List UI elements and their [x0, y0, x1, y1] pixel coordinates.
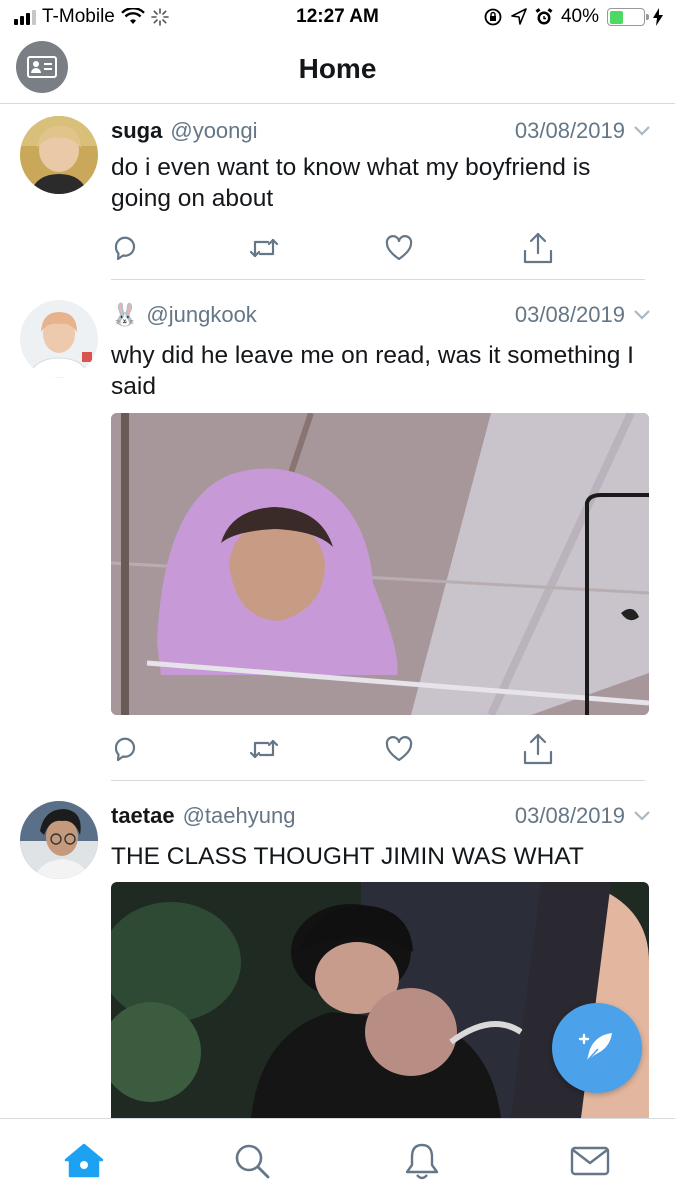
tweet-author-handle: @jungkook	[146, 302, 257, 327]
tab-search[interactable]	[230, 1141, 274, 1181]
tab-messages[interactable]	[568, 1141, 612, 1181]
like-button[interactable]	[381, 230, 417, 266]
charging-bolt-icon	[653, 8, 663, 26]
avatar[interactable]	[20, 116, 98, 194]
avatar[interactable]	[20, 801, 98, 879]
compose-tweet-button[interactable]	[552, 1003, 642, 1093]
share-icon	[523, 733, 553, 765]
tweet-author-name: 🐰	[111, 302, 139, 327]
status-bar: T-Mobile 12:27 AM 40%	[0, 0, 675, 36]
nav-header: Home	[0, 36, 675, 104]
avatar[interactable]	[20, 300, 98, 378]
chevron-down-icon[interactable]	[633, 810, 651, 822]
search-icon	[235, 1144, 270, 1179]
reply-button[interactable]	[108, 230, 144, 266]
tab-notifications[interactable]	[400, 1141, 444, 1181]
home-icon	[64, 1143, 104, 1178]
tweet-date: 03/08/2019	[514, 803, 625, 828]
mail-icon	[570, 1146, 610, 1176]
tweet-author-name: suga	[111, 118, 163, 143]
tweet-image[interactable]	[111, 413, 649, 715]
alarm-icon	[535, 8, 553, 25]
tweet-author-handle: @yoongi	[170, 118, 258, 143]
tweet-date: 03/08/2019	[514, 118, 625, 143]
chevron-down-icon[interactable]	[633, 125, 651, 137]
share-icon	[523, 232, 553, 264]
compose-feather-icon	[578, 1033, 612, 1062]
location-arrow-icon	[511, 8, 527, 25]
tweet-actions	[108, 731, 568, 767]
tweet-text: why did he leave me on read, was it some…	[111, 342, 634, 400]
tab-home[interactable]	[62, 1141, 106, 1181]
tweet-author-name: taetae	[111, 803, 175, 828]
reply-button[interactable]	[108, 731, 144, 767]
tweet-text: do i even want to know what my boyfriend…	[111, 154, 591, 212]
bell-icon	[405, 1143, 439, 1180]
retweet-button[interactable]	[246, 731, 282, 767]
chevron-down-icon[interactable]	[633, 309, 651, 321]
speech-bubble-icon	[114, 236, 136, 261]
retweet-icon	[249, 739, 279, 759]
heart-icon	[385, 736, 413, 762]
tweet-author-handle: @taehyung	[182, 803, 296, 828]
battery-percent: 40%	[560, 6, 599, 27]
tweet-text: THE CLASS THOUGHT JIMIN WAS WHAT	[111, 843, 584, 870]
retweet-icon	[249, 238, 279, 258]
share-button[interactable]	[520, 731, 556, 767]
tweet-date: 03/08/2019	[514, 302, 625, 327]
page-title: Home	[298, 53, 377, 84]
share-button[interactable]	[520, 230, 556, 266]
retweet-button[interactable]	[246, 230, 282, 266]
battery-icon	[607, 8, 649, 26]
tweet-divider	[111, 279, 645, 280]
bottom-tab-bar	[0, 1118, 675, 1200]
speech-bubble-icon	[114, 737, 136, 762]
like-button[interactable]	[381, 731, 417, 767]
heart-icon	[385, 235, 413, 261]
rotation-lock-icon	[484, 8, 502, 26]
tweet-divider	[111, 780, 645, 781]
tweet-actions	[108, 230, 568, 266]
